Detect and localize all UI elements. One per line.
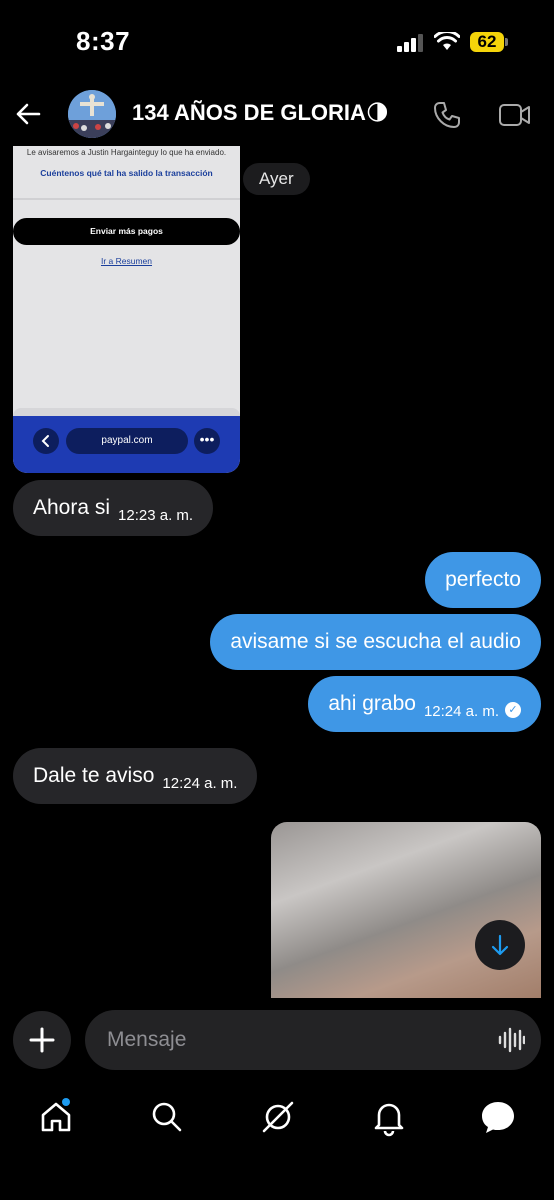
message-bubble-incoming[interactable]: Ahora si 12:23 a. m. xyxy=(13,480,214,536)
message-bubble-incoming[interactable]: Dale te aviso 12:24 a. m. xyxy=(13,748,258,804)
image-back-pill xyxy=(33,428,59,454)
video-call-icon[interactable] xyxy=(498,102,532,128)
image-browser-bar: paypal.com ••• xyxy=(13,416,240,473)
add-attachment-button[interactable] xyxy=(13,1011,71,1069)
message-input[interactable]: Mensaje xyxy=(85,1010,541,1070)
status-time: 8:37 xyxy=(76,26,131,56)
nav-notifications[interactable] xyxy=(369,1097,409,1137)
nav-home[interactable] xyxy=(36,1097,76,1137)
image-link-feedback: Cuéntenos qué tal ha salido la transacci… xyxy=(40,168,213,178)
group-avatar[interactable] xyxy=(68,90,116,138)
nav-messages[interactable] xyxy=(478,1097,518,1137)
cellular-signal-icon xyxy=(397,34,423,52)
phone-icon[interactable] xyxy=(432,100,462,130)
image-more-dots: ••• xyxy=(199,431,215,447)
chat-title[interactable]: 134 AÑOS DE GLORIA🌗 xyxy=(132,100,389,126)
message-input-placeholder: Mensaje xyxy=(107,1028,187,1051)
message-time: 12:24 a. m. xyxy=(162,775,238,792)
message-text: Ahora si xyxy=(33,496,111,519)
message-text: perfecto xyxy=(445,568,521,591)
date-chip: Ayer xyxy=(243,163,310,195)
video-attachment[interactable] xyxy=(271,822,541,998)
battery-indicator: 62 xyxy=(470,32,504,52)
message-time: 12:23 a. m. xyxy=(118,507,194,524)
scroll-down-icon xyxy=(491,934,509,956)
message-bubble-outgoing[interactable]: avisame si se escucha el audio xyxy=(210,614,541,670)
read-receipt-icon: ✓ xyxy=(505,702,521,718)
moon-emoji: 🌗 xyxy=(365,100,389,125)
message-text: Dale te aviso xyxy=(33,764,155,787)
image-summary-link: Ir a Resumen xyxy=(100,256,153,266)
message-time: 12:24 a. m. xyxy=(423,703,499,720)
search-icon xyxy=(152,1102,182,1132)
message-bubble-outgoing[interactable]: perfecto xyxy=(425,552,541,608)
message-text: avisame si se escucha el audio xyxy=(230,630,521,653)
image-divider xyxy=(13,198,240,200)
shared-image[interactable]: Le avisaremos a Justin Hargainteguy lo q… xyxy=(13,146,240,473)
back-arrow-icon[interactable] xyxy=(14,100,42,128)
voice-wave-icon[interactable] xyxy=(497,1026,525,1054)
message-text: ahi grabo xyxy=(328,692,416,715)
image-send-more-button: Enviar más pagos xyxy=(13,218,240,245)
grok-icon xyxy=(262,1101,294,1133)
battery-nub xyxy=(505,38,508,46)
home-icon xyxy=(41,1098,71,1132)
nav-grok[interactable] xyxy=(258,1097,298,1137)
image-more-pill: ••• xyxy=(194,428,220,454)
wifi-icon xyxy=(434,32,460,50)
nav-search[interactable] xyxy=(147,1097,187,1137)
chat-title-text: 134 AÑOS DE GLORIA xyxy=(132,100,366,125)
message-bubble-outgoing[interactable]: ahi grabo 12:24 a. m. ✓ xyxy=(308,676,541,732)
scroll-down-button[interactable] xyxy=(475,920,525,970)
image-url-text: paypal.com xyxy=(101,435,153,446)
image-text-notice: Le avisaremos a Justin Hargainteguy lo q… xyxy=(26,148,227,157)
messages-icon xyxy=(482,1102,514,1133)
plus-icon xyxy=(29,1027,55,1053)
image-url-pill: paypal.com xyxy=(66,428,188,454)
bell-icon xyxy=(374,1103,404,1137)
